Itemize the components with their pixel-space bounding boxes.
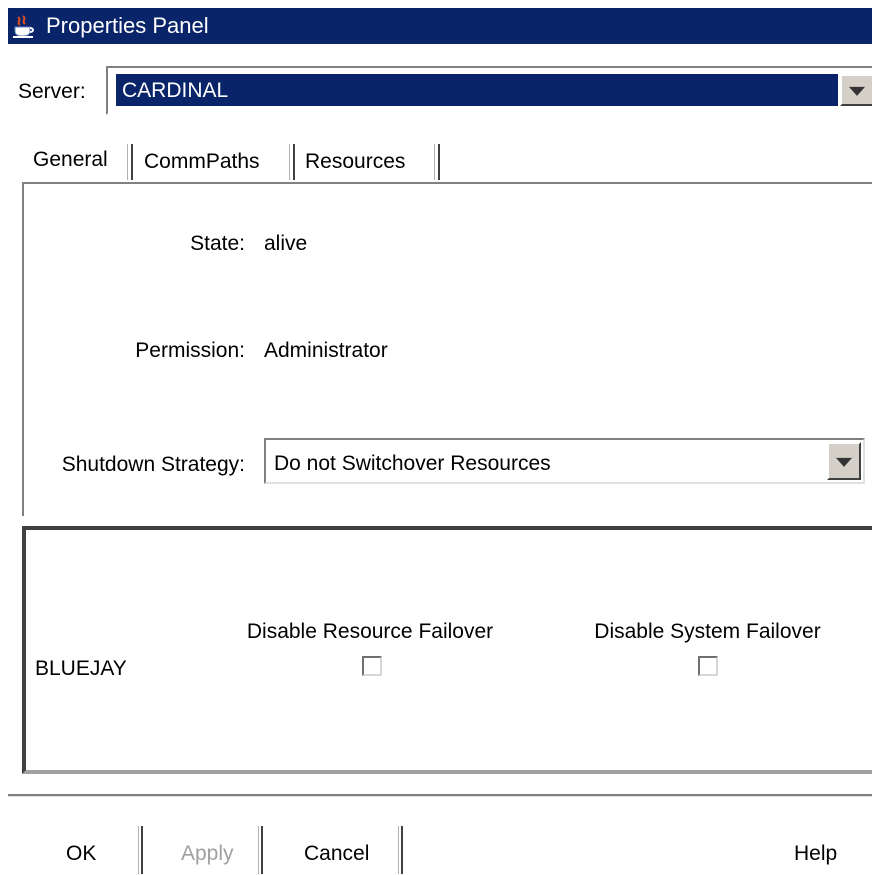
- tab-resources[interactable]: Resources: [305, 150, 405, 174]
- failover-row-server-name: BLUEJAY: [35, 657, 127, 680]
- permission-label: Permission:: [135, 339, 245, 362]
- window-title: Properties Panel: [46, 13, 209, 38]
- shutdown-strategy-dropdown[interactable]: Do not Switchover Resources: [264, 438, 865, 484]
- disable-resource-failover-checkbox[interactable]: [362, 656, 382, 676]
- cancel-button[interactable]: Cancel: [304, 842, 369, 866]
- column-header-disable-resource-failover: Disable Resource Failover: [246, 620, 494, 643]
- server-dropdown-button[interactable]: [840, 74, 872, 106]
- tab-commpaths[interactable]: CommPaths: [144, 150, 260, 174]
- java-cup-icon: [10, 13, 36, 39]
- tab-general[interactable]: General: [33, 148, 108, 172]
- shutdown-strategy-dropdown-button[interactable]: [827, 442, 861, 480]
- ok-button[interactable]: OK: [66, 842, 96, 866]
- chevron-down-icon: [849, 86, 865, 96]
- button-bar-separator: [8, 794, 872, 797]
- button-divider: [258, 826, 263, 874]
- tab-divider: [127, 144, 133, 180]
- server-value: CARDINAL: [122, 79, 229, 102]
- disable-system-failover-checkbox[interactable]: [698, 656, 718, 676]
- shutdown-strategy-value: Do not Switchover Resources: [274, 452, 551, 475]
- button-divider: [138, 826, 143, 874]
- state-label: State:: [190, 232, 245, 255]
- tab-divider: [289, 144, 295, 180]
- apply-button[interactable]: Apply: [181, 842, 234, 866]
- permission-value: Administrator: [264, 339, 388, 362]
- tab-divider: [434, 144, 440, 180]
- state-value: alive: [264, 232, 308, 255]
- button-divider: [398, 826, 403, 874]
- server-label: Server:: [18, 80, 86, 103]
- column-header-disable-system-failover: Disable System Failover: [594, 620, 821, 643]
- chevron-down-icon: [836, 457, 852, 467]
- failover-settings-panel: [22, 526, 872, 774]
- shutdown-strategy-label: Shutdown Strategy:: [61, 453, 245, 476]
- help-button[interactable]: Help: [794, 842, 837, 866]
- server-dropdown[interactable]: CARDINAL: [106, 66, 872, 115]
